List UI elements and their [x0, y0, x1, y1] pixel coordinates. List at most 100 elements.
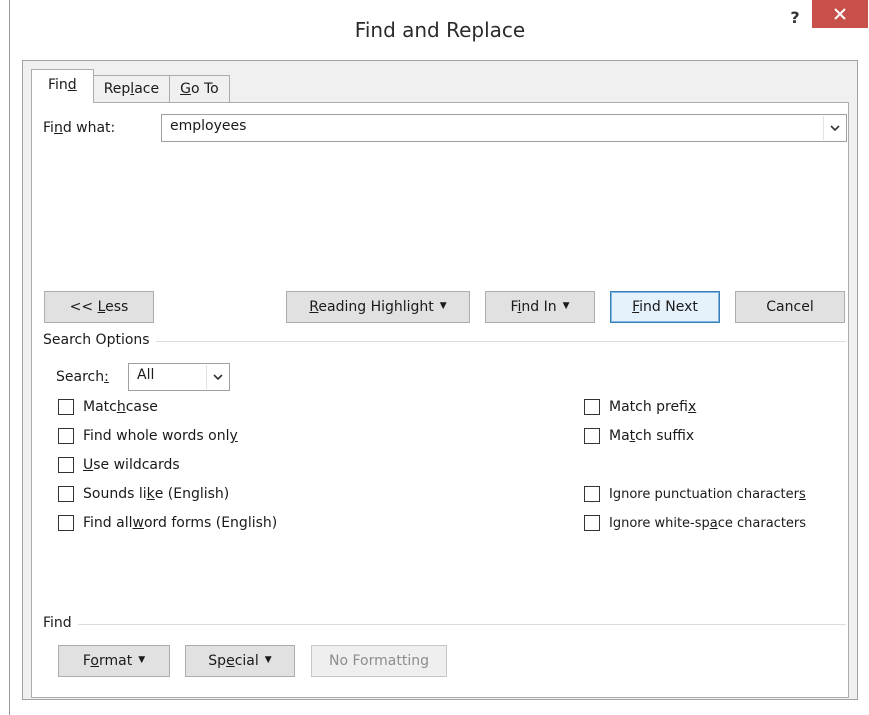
checkbox-box[interactable] — [58, 486, 74, 502]
label-accesskey: n — [53, 120, 63, 136]
cb-label-part: Ignore punctuation character — [609, 486, 799, 502]
tab-find[interactable]: Find — [31, 69, 94, 103]
checkbox-box[interactable] — [584, 399, 600, 415]
match-suffix-checkbox[interactable]: Ma t ch suffix — [584, 428, 694, 444]
close-icon — [834, 8, 846, 20]
btn-accesskey: e — [226, 653, 235, 669]
less-button[interactable]: << Less — [44, 291, 154, 323]
cb-accesskey: x — [687, 399, 697, 415]
cb-accesskey: h — [116, 399, 126, 415]
checkbox-box[interactable] — [58, 457, 74, 473]
cb-label-part: ord forms (English) — [143, 515, 278, 531]
btn-label-part: Sp — [208, 653, 227, 669]
find-next-button[interactable]: Find Next — [610, 291, 720, 323]
find-all-word-forms-checkbox[interactable]: Find all w ord forms (English) — [58, 515, 277, 531]
tab-accesskey: d — [67, 77, 77, 93]
chevron-down-icon — [212, 373, 223, 380]
find-replace-dialog: Find and Replace ? Find Replace Go To Fi… — [9, 0, 869, 715]
cb-label-part: ch suffix — [635, 428, 695, 444]
title-bar: Find and Replace ? — [10, 0, 869, 60]
cb-label-part: Sounds li — [83, 486, 147, 502]
no-formatting-button[interactable]: No Formatting — [311, 645, 447, 677]
dropdown-arrow-icon: ▼ — [562, 301, 570, 311]
cb-label-part: Matc — [83, 399, 117, 415]
cb-accesskey: a — [709, 515, 718, 531]
cb-label-part: Ma — [609, 428, 630, 444]
help-button[interactable]: ? — [785, 8, 805, 28]
btn-label-part: ind Next — [639, 299, 698, 315]
find-group-title: Find — [43, 615, 78, 631]
chevron-down-icon — [829, 124, 840, 131]
find-what-dropdown-button[interactable] — [823, 116, 845, 140]
format-button[interactable]: Format ▼ — [58, 645, 170, 677]
find-in-button[interactable]: Find In ▼ — [485, 291, 595, 323]
btn-label-part: nd In — [521, 299, 557, 315]
close-button[interactable] — [812, 0, 868, 28]
dialog-client-area: Find Replace Go To Find what: employees … — [22, 60, 858, 700]
checkbox-box[interactable] — [584, 486, 600, 502]
btn-label-part: eading Highlight — [318, 299, 434, 315]
cb-accesskey: s — [798, 486, 806, 502]
checkbox-box[interactable] — [584, 428, 600, 444]
cb-label-part: ce characters — [717, 515, 807, 531]
checkbox-box[interactable] — [58, 428, 74, 444]
label-part: Search — [56, 369, 105, 385]
label-part: d what: — [62, 120, 116, 136]
dropdown-arrow-icon: ▼ — [439, 301, 447, 311]
find-whole-words-checkbox[interactable]: Find whole words onl y — [58, 428, 238, 444]
checkbox-box[interactable] — [584, 515, 600, 531]
cb-label-part: Find whole words onl — [83, 428, 230, 444]
dropdown-arrow-icon: ▼ — [138, 655, 146, 665]
find-group-divider — [44, 624, 846, 625]
use-wildcards-checkbox[interactable]: Use wildcards — [58, 457, 180, 473]
btn-accesskey: L — [97, 299, 106, 315]
checkbox-box[interactable] — [58, 515, 74, 531]
sounds-like-checkbox[interactable]: Sounds li k e (English) — [58, 486, 229, 502]
cb-accesskey: U — [83, 457, 94, 473]
cb-accesskey: y — [229, 428, 238, 444]
match-case-checkbox[interactable]: Matc h case — [58, 399, 158, 415]
reading-highlight-button[interactable]: Reading Highlight ▼ — [286, 291, 470, 323]
cb-label-part: e (English) — [154, 486, 230, 502]
ignore-punctuation-checkbox[interactable]: Ignore punctuation character s — [584, 486, 806, 502]
find-what-label: Find what: — [43, 120, 115, 136]
find-tab-panel: Find what: employees << Less Reading Hig… — [31, 102, 849, 698]
search-options-title: Search Options — [43, 332, 156, 348]
cb-label-part: se wildcards — [93, 457, 180, 473]
tab-label-part: Rep — [103, 81, 131, 97]
cb-label-part: case — [125, 399, 158, 415]
dropdown-arrow-icon: ▼ — [264, 655, 272, 665]
tab-go-to[interactable]: Go To — [169, 75, 230, 103]
btn-accesskey: o — [90, 653, 99, 669]
btn-label-part: rmat — [99, 653, 133, 669]
dialog-title: Find and Replace — [354, 18, 526, 42]
find-what-input[interactable]: employees — [170, 118, 246, 134]
cb-accesskey: k — [146, 486, 155, 502]
search-direction-value: All — [137, 367, 155, 383]
tab-replace[interactable]: Replace — [92, 75, 171, 103]
cb-label-part: Find all — [83, 515, 133, 531]
tab-label-part: ace — [134, 81, 160, 97]
checkbox-box[interactable] — [58, 399, 74, 415]
tab-accesskey: G — [180, 81, 191, 97]
match-prefix-checkbox[interactable]: Match prefi x — [584, 399, 696, 415]
search-direction-select[interactable]: All — [128, 363, 230, 391]
tab-strip: Find Replace Go To — [31, 69, 230, 103]
tab-label-part: o To — [190, 81, 219, 97]
ignore-whitespace-checkbox[interactable]: Ignore white-sp a ce characters — [584, 515, 806, 531]
cancel-button[interactable]: Cancel — [735, 291, 845, 323]
find-what-combobox[interactable]: employees — [161, 114, 847, 142]
btn-label-part: F — [510, 299, 518, 315]
special-button[interactable]: Special ▼ — [185, 645, 295, 677]
label-accesskey: : — [104, 369, 109, 385]
cb-label-part: Match prefi — [609, 399, 688, 415]
label-part: Fi — [43, 120, 54, 136]
search-direction-label: Search: — [56, 369, 109, 385]
btn-label-part: cial — [234, 653, 259, 669]
search-options-divider — [44, 341, 846, 342]
tab-label-part: Fin — [48, 77, 68, 93]
btn-label-part: ess — [105, 299, 129, 315]
cb-accesskey: w — [132, 515, 144, 531]
search-direction-dropdown-button[interactable] — [206, 365, 228, 389]
btn-label-part: << — [69, 299, 98, 315]
